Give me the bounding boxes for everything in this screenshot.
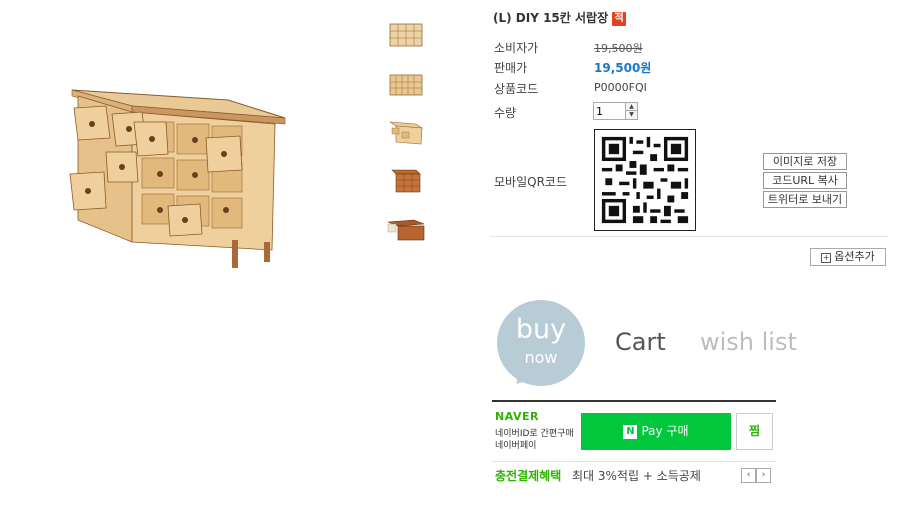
naver-pay-label: Pay 구매 bbox=[641, 424, 689, 438]
save-image-button[interactable]: 이미지로 저장 bbox=[763, 153, 847, 170]
thumbnail-5[interactable] bbox=[386, 212, 426, 246]
main-product-image bbox=[69, 89, 286, 268]
thumbnail-3[interactable] bbox=[386, 114, 426, 148]
quantity-up-icon[interactable]: ▲ bbox=[625, 103, 637, 111]
qr-code-image bbox=[594, 129, 696, 231]
divider bbox=[490, 236, 888, 237]
mobile-qr-label: 모바일QR코드 bbox=[494, 175, 567, 189]
add-option-button[interactable]: + 옵션추가 bbox=[810, 248, 886, 266]
consumer-price-label: 소비자가 bbox=[494, 41, 539, 55]
cart-button[interactable]: Cart bbox=[615, 328, 666, 356]
plus-icon: + bbox=[821, 253, 832, 263]
sale-price-label: 판매가 bbox=[494, 61, 528, 75]
thumbnail-4[interactable] bbox=[386, 162, 426, 196]
product-title-text: (L) DIY 15칸 서랍장 bbox=[493, 11, 609, 25]
zzim-button[interactable]: 찜 bbox=[736, 413, 773, 450]
reward-badge: 적 bbox=[612, 12, 627, 26]
wish-list-button[interactable]: wish list bbox=[700, 328, 797, 356]
add-option-label: 옵션추가 bbox=[834, 250, 875, 263]
quantity-input[interactable] bbox=[594, 103, 626, 119]
chevron-left-icon[interactable]: ‹ bbox=[741, 468, 756, 483]
naver-desc-line2: 네이버페이 bbox=[495, 441, 537, 451]
divider bbox=[492, 461, 776, 462]
now-label: now bbox=[524, 348, 558, 367]
sale-price: 19,500원 bbox=[594, 61, 652, 75]
naver-pay-button[interactable]: N Pay 구매 bbox=[581, 413, 731, 450]
product-title: (L) DIY 15칸 서랍장 적 bbox=[493, 9, 627, 26]
benefit-text: 최대 3%적립 + 소득공제 bbox=[572, 469, 701, 483]
quantity-stepper: ▲ ▼ bbox=[593, 102, 638, 120]
send-twitter-button[interactable]: 트위터로 보내기 bbox=[763, 191, 847, 208]
product-code: P0000FQI bbox=[594, 81, 647, 94]
consumer-price: 19,500원 bbox=[594, 42, 643, 55]
thumbnail-1[interactable] bbox=[386, 18, 426, 52]
thumbnail-2[interactable] bbox=[386, 68, 426, 102]
buy-now-button[interactable]: buy now bbox=[497, 300, 585, 391]
chevron-right-icon[interactable]: › bbox=[756, 468, 771, 483]
copy-code-url-button[interactable]: 코드URL 복사 bbox=[763, 172, 847, 189]
quantity-down-icon[interactable]: ▼ bbox=[625, 111, 637, 119]
naver-logo: NAVER bbox=[495, 410, 539, 423]
benefit-label: 충전결제혜택 bbox=[495, 469, 562, 483]
buy-label: buy bbox=[515, 314, 567, 345]
quantity-label: 수량 bbox=[494, 106, 517, 120]
product-code-label: 상품코드 bbox=[494, 82, 539, 96]
naver-n-icon: N bbox=[623, 425, 638, 439]
